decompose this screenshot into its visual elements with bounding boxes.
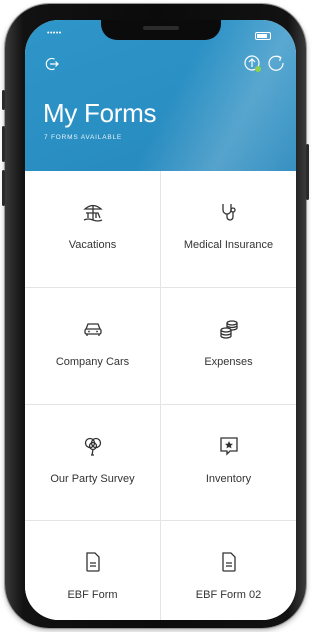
form-label: Our Party Survey (50, 473, 135, 485)
refresh-icon[interactable] (267, 54, 287, 79)
form-label: Vacations (68, 239, 117, 251)
battery-icon (255, 32, 271, 40)
forms-grid: Vacations Medical Insurance Company Cars… (25, 171, 296, 620)
page-title: My Forms (43, 98, 157, 128)
form-label: Expenses (204, 356, 253, 368)
upload-icon[interactable] (243, 54, 263, 79)
document-icon (218, 551, 240, 578)
phone-notch (101, 20, 221, 40)
signal-indicator: ••••• (47, 30, 62, 37)
phone-volume-down-button (2, 170, 5, 206)
form-tile-expenses[interactable]: Expenses (161, 288, 296, 404)
form-tile-company-cars[interactable]: Company Cars (25, 288, 160, 404)
phone-volume-up-button (2, 126, 5, 162)
logout-icon[interactable] (45, 56, 61, 77)
phone-side-button (2, 90, 5, 110)
beach-chair-icon (82, 201, 104, 228)
balloons-icon (82, 435, 104, 462)
star-message-icon (218, 435, 240, 462)
phone-frame: ••••• My Forms 7 FORMS AVAILABLE Vacatio… (2, 4, 309, 628)
forms-count-label: 7 FORMS AVAILABLE (44, 134, 123, 141)
form-tile-ebf-form-02[interactable]: EBF Form 02 (161, 521, 296, 620)
form-label: EBF Form (67, 589, 118, 601)
form-tile-vacations[interactable]: Vacations (25, 171, 160, 287)
form-tile-medical-insurance[interactable]: Medical Insurance (161, 171, 296, 287)
form-label: Medical Insurance (183, 239, 274, 251)
form-label: Company Cars (55, 356, 130, 368)
form-tile-our-party-survey[interactable]: Our Party Survey (25, 405, 160, 520)
app-screen: ••••• My Forms 7 FORMS AVAILABLE Vacatio… (25, 20, 296, 620)
stethoscope-icon (218, 201, 240, 228)
form-label: Inventory (205, 473, 252, 485)
car-icon (82, 318, 104, 345)
document-icon (82, 551, 104, 578)
form-label: EBF Form 02 (195, 589, 262, 601)
form-tile-inventory[interactable]: Inventory (161, 405, 296, 520)
phone-power-button (306, 144, 309, 200)
coins-icon (218, 318, 240, 345)
form-tile-ebf-form[interactable]: EBF Form (25, 521, 160, 620)
app-header: ••••• My Forms 7 FORMS AVAILABLE (25, 20, 296, 171)
